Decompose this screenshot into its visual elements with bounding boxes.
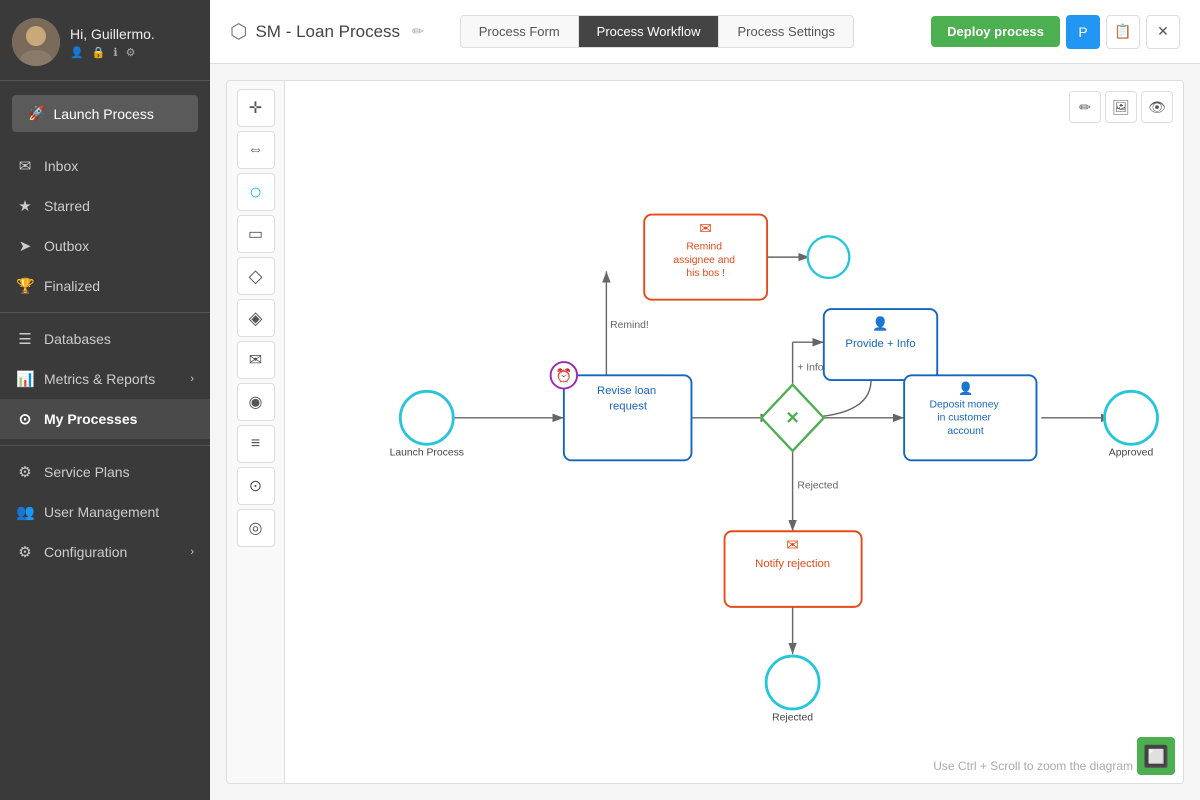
- circle-tool[interactable]: ○: [237, 173, 275, 211]
- sidebar-item-starred[interactable]: ★ Starred: [0, 186, 210, 226]
- main-content: ⬡ SM - Loan Process ✏ Process Form Proce…: [210, 0, 1200, 800]
- svg-text:👤: 👤: [872, 316, 888, 331]
- process-title: ⬡ SM - Loan Process ✏: [230, 19, 424, 44]
- sidebar-item-databases[interactable]: ☰ Databases: [0, 319, 210, 359]
- toolbox: ✛ ⇔ ○ ▭ ◇ ◈ ✉ ◉ ≡ ⊙ ◎: [227, 81, 285, 783]
- rejected-end-event-node[interactable]: [766, 656, 819, 709]
- gateway-tool[interactable]: ◇: [237, 257, 275, 295]
- sidebar-item-metrics[interactable]: 📊 Metrics & Reports ›: [0, 359, 210, 399]
- svg-text:✕: ✕: [785, 408, 799, 427]
- outbox-icon: ➤: [16, 237, 34, 255]
- svg-text:Rejected: Rejected: [772, 712, 813, 723]
- gateway2-tool[interactable]: ◈: [237, 299, 275, 337]
- event-tool[interactable]: ◉: [237, 383, 275, 421]
- email-tool[interactable]: ✉: [237, 341, 275, 379]
- process-cube-icon: ⬡: [230, 19, 247, 44]
- remind-end-event-node[interactable]: [808, 236, 850, 278]
- launch-process-button[interactable]: 🚀 Launch Process: [12, 95, 198, 132]
- workflow-diagram: Remind! + Info Rejected: [285, 81, 1183, 783]
- svg-text:Remind!: Remind!: [610, 320, 649, 331]
- info-icon[interactable]: ℹ: [113, 46, 117, 59]
- tab-process-settings[interactable]: Process Settings: [719, 16, 853, 47]
- tab-group: Process Form Process Workflow Process Se…: [460, 15, 854, 48]
- chart-icon: 📊: [16, 370, 34, 388]
- config-icon: ⚙: [16, 543, 34, 561]
- avatar: [12, 18, 60, 66]
- start-event-node[interactable]: [400, 391, 453, 444]
- person-icon[interactable]: 👤: [70, 46, 84, 59]
- svg-text:Launch Process: Launch Process: [390, 448, 464, 459]
- header-actions: Deploy process P 📋 ✕: [931, 15, 1180, 49]
- deploy-process-button[interactable]: Deploy process: [931, 16, 1060, 47]
- lock-icon[interactable]: 🔒: [92, 46, 106, 59]
- process-name-label: SM - Loan Process: [255, 22, 400, 42]
- timer-tool[interactable]: ⊙: [237, 467, 275, 505]
- nav-divider: [0, 312, 210, 313]
- close-icon-button[interactable]: ✕: [1146, 15, 1180, 49]
- canvas-hint: Use Ctrl + Scroll to zoom the diagram: [933, 759, 1133, 773]
- svg-text:Notify rejection: Notify rejection: [755, 558, 830, 570]
- canvas-tools: ✏ 🖼 👁: [1069, 91, 1173, 123]
- database-icon: ☰: [16, 330, 34, 348]
- user-greeting: Hi, Guillermo.: [70, 26, 155, 42]
- metrics-arrow-icon: ›: [190, 373, 194, 385]
- image-canvas-icon[interactable]: 🖼: [1105, 91, 1137, 123]
- svg-text:+ Info: + Info: [797, 363, 823, 374]
- tab-process-form[interactable]: Process Form: [461, 16, 579, 47]
- copy-icon-button[interactable]: 📋: [1106, 15, 1140, 49]
- svg-text:Provide + Info: Provide + Info: [845, 338, 915, 350]
- approved-end-event-node[interactable]: [1105, 391, 1158, 444]
- list-tool[interactable]: ≡: [237, 425, 275, 463]
- end-tool[interactable]: ◎: [237, 509, 275, 547]
- connect-tool[interactable]: ⇔: [237, 131, 275, 169]
- rocket-icon: 🚀: [28, 105, 45, 122]
- sidebar-item-service-plans[interactable]: ⚙ Service Plans: [0, 452, 210, 492]
- p-icon-button[interactable]: P: [1066, 15, 1100, 49]
- sidebar-item-finalized[interactable]: 🏆 Finalized: [0, 266, 210, 306]
- sidebar: Hi, Guillermo. 👤 🔒 ℹ ⚙ 🚀 Launch Process …: [0, 0, 210, 800]
- svg-text:👤: 👤: [958, 380, 973, 395]
- eye-canvas-icon[interactable]: 👁: [1141, 91, 1173, 123]
- trophy-icon: 🏆: [16, 277, 34, 295]
- pointer-tool[interactable]: ✛: [237, 89, 275, 127]
- sidebar-item-outbox[interactable]: ➤ Outbox: [0, 226, 210, 266]
- nav-divider-2: [0, 445, 210, 446]
- edit-process-name-icon[interactable]: ✏: [412, 23, 424, 40]
- svg-text:✉: ✉: [699, 220, 712, 237]
- inbox-icon: ✉: [16, 157, 34, 175]
- diagram-logo: 🔲: [1137, 737, 1175, 775]
- user-area: Hi, Guillermo. 👤 🔒 ℹ ⚙: [0, 0, 210, 81]
- header: ⬡ SM - Loan Process ✏ Process Form Proce…: [210, 0, 1200, 64]
- sidebar-item-user-management[interactable]: 👥 User Management: [0, 492, 210, 532]
- sidebar-item-my-processes[interactable]: ⊙ My Processes: [0, 399, 210, 439]
- config-arrow-icon: ›: [190, 546, 194, 558]
- user-icon-row: 👤 🔒 ℹ ⚙: [70, 46, 155, 59]
- diagram-canvas[interactable]: ✏ 🖼 👁 Remind!: [285, 81, 1183, 783]
- workflow-container: ✛ ⇔ ○ ▭ ◇ ◈ ✉ ◉ ≡ ⊙ ◎ ✏ 🖼 👁: [226, 80, 1184, 784]
- task-tool[interactable]: ▭: [237, 215, 275, 253]
- tab-process-workflow[interactable]: Process Workflow: [579, 16, 720, 47]
- users-icon: 👥: [16, 503, 34, 521]
- svg-text:⏰: ⏰: [556, 367, 572, 383]
- svg-text:Approved: Approved: [1109, 448, 1154, 459]
- edit-canvas-icon[interactable]: ✏: [1069, 91, 1101, 123]
- sidebar-item-inbox[interactable]: ✉ Inbox: [0, 146, 210, 186]
- svg-text:Rejected: Rejected: [797, 481, 838, 492]
- gear-icon[interactable]: ⚙: [126, 46, 136, 59]
- service-icon: ⚙: [16, 463, 34, 481]
- svg-text:🔲: 🔲: [1143, 745, 1169, 769]
- processes-icon: ⊙: [16, 410, 34, 428]
- svg-text:✉: ✉: [786, 537, 799, 554]
- sidebar-item-configuration[interactable]: ⚙ Configuration ›: [0, 532, 210, 572]
- star-icon: ★: [16, 197, 34, 215]
